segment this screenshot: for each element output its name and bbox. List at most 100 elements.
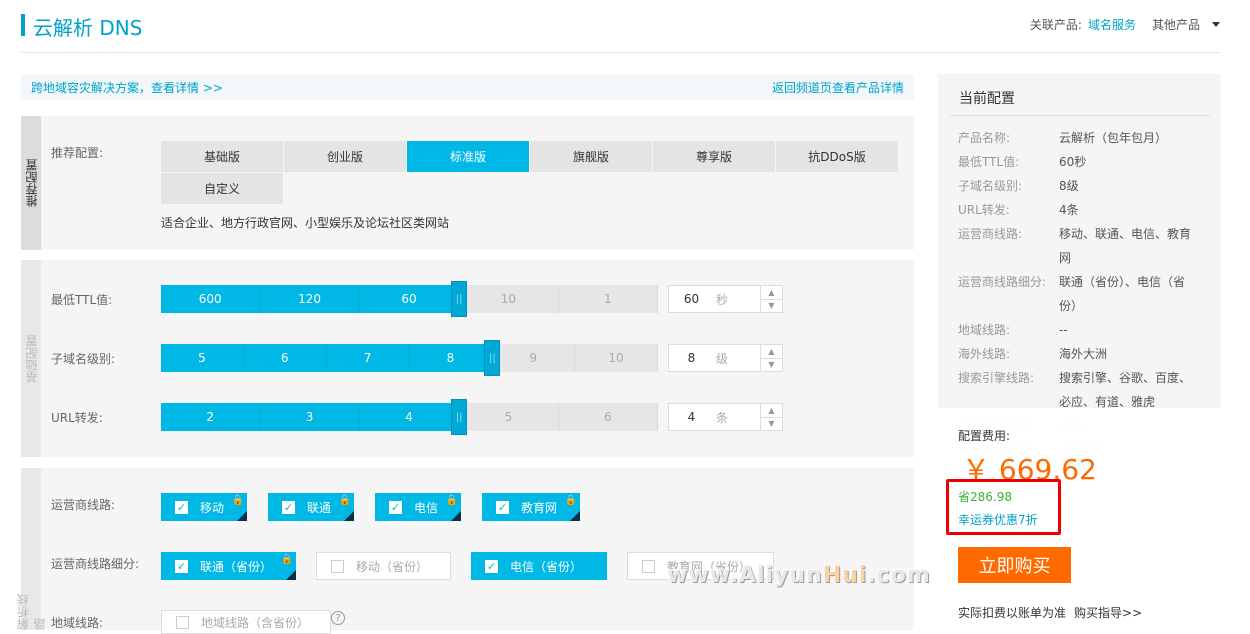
corner-marker	[344, 511, 354, 521]
spec-key: 产品名称:	[958, 131, 1011, 145]
disaster-recovery-link[interactable]: 跨地域容灾解决方案，查看详情 >>	[31, 79, 223, 96]
spec-value: 4条	[1059, 203, 1079, 217]
increment-icon[interactable]: ▲	[761, 345, 782, 359]
slider-handle[interactable]: ||	[484, 340, 501, 376]
check-icon[interactable]: ✓	[282, 500, 295, 514]
spec-value: 海外大洲	[1059, 347, 1108, 361]
edition-tab[interactable]: 创业版	[284, 141, 406, 172]
checkbox-icon[interactable]	[176, 615, 189, 629]
back-to-channel-link[interactable]: 返回频道页查看产品详情	[772, 79, 904, 96]
purchase-guide-link[interactable]: 购买指导>>	[1074, 606, 1142, 620]
slider-segment[interactable]: 7	[326, 344, 410, 372]
carrier-detail-checkbox[interactable]: ✓ 联通（省份） 🔒	[161, 552, 296, 580]
carrier-checkbox[interactable]: ✓ 移动 🔒	[161, 493, 247, 521]
subdomain-slider[interactable]: 5 6 7 8 9 10 ||	[161, 340, 658, 376]
check-icon[interactable]: ✓	[175, 559, 188, 573]
panel-divider	[950, 115, 1210, 116]
spec-value: 8级	[1059, 179, 1079, 193]
url-forward-slider[interactable]: 2 3 4 5 6 ||	[161, 399, 659, 435]
checkbox-icon[interactable]	[331, 559, 344, 573]
region-option[interactable]: 地域线路（含省份）	[161, 610, 331, 634]
edition-tab[interactable]: 抗DDoS版	[776, 141, 898, 172]
slider-segment[interactable]: 60	[359, 285, 460, 313]
corner-marker	[286, 570, 296, 580]
domain-service-link[interactable]: 域名服务	[1088, 16, 1136, 33]
lines-section: 解析线路 运营商线路: ✓ 移动 🔒 ✓ 联通 🔒 ✓ 电信 🔒 ✓ 教育网 🔒 运营商线路细分: ✓…	[16, 468, 914, 634]
check-icon[interactable]: ✓	[389, 500, 402, 514]
slider-handle[interactable]: ||	[451, 281, 468, 317]
increment-icon[interactable]: ▲	[761, 404, 782, 418]
slider-segment[interactable]: 5	[161, 344, 244, 372]
buy-now-button[interactable]: 立即购买	[958, 547, 1071, 583]
lock-icon: 🔒	[564, 495, 577, 506]
spec-key: 子域名级别:	[958, 179, 1023, 193]
slider-segment[interactable]: 6	[558, 403, 659, 431]
slider-segment[interactable]: 8	[409, 344, 493, 372]
lock-icon: 🔒	[280, 554, 293, 565]
ttl-unit: 秒	[716, 292, 729, 307]
lock-icon: 🔒	[338, 495, 351, 506]
decrement-icon[interactable]: ▼	[761, 418, 782, 431]
ttl-slider[interactable]: 600 120 60 10 1 ||	[161, 281, 659, 317]
caret-down-icon[interactable]	[1212, 22, 1220, 27]
spec-key: 地域线路:	[958, 323, 1011, 337]
fee-label: 配置费用:	[958, 429, 1011, 443]
panel-title: 当前配置	[959, 91, 1015, 107]
billing-note: 实际扣费以账单为准 购买指导>>	[958, 606, 1143, 620]
decrement-icon[interactable]: ▼	[761, 300, 782, 313]
slider-segment[interactable]: 5	[459, 403, 559, 431]
spec-key: 最低TTL值:	[958, 155, 1020, 169]
ttl-stepper[interactable]: 60 秒 ▲ ▼	[668, 285, 783, 313]
check-icon[interactable]: ✓	[496, 500, 509, 514]
slider-handle[interactable]: ||	[451, 399, 468, 435]
decrement-icon[interactable]: ▼	[761, 359, 782, 372]
corner-marker	[451, 511, 461, 521]
carrier-checkbox[interactable]: ✓ 教育网 🔒	[482, 493, 580, 521]
slider-segment[interactable]: 9	[492, 344, 576, 372]
slider-segment[interactable]: 120	[260, 285, 360, 313]
url-forward-value[interactable]: 4	[669, 404, 714, 430]
edition-tab[interactable]: 尊享版	[653, 141, 775, 172]
slider-segment[interactable]: 1	[558, 285, 659, 313]
slider-segment[interactable]: 2	[161, 403, 261, 431]
other-products-menu[interactable]: 其他产品	[1152, 16, 1200, 33]
carrier-detail-checkbox[interactable]: ✓ 电信（省份）	[471, 552, 607, 580]
recommend-label: 推荐配置:	[51, 146, 104, 160]
carrier-checkbox[interactable]: ✓ 联通 🔒	[268, 493, 354, 521]
carrier-label: 运营商线路:	[51, 498, 116, 512]
lock-icon: 🔒	[445, 495, 458, 506]
url-forward-stepper[interactable]: 4 条 ▲ ▼	[668, 403, 783, 431]
slider-segment[interactable]: 10	[575, 344, 658, 372]
spec-value: 云解析（包年包月）	[1059, 131, 1168, 145]
section-label: 推荐配置	[21, 116, 41, 250]
edition-tab[interactable]: 自定义	[161, 173, 283, 204]
subdomain-stepper[interactable]: 8 级 ▲ ▼	[668, 344, 783, 372]
check-icon[interactable]: ✓	[175, 500, 188, 514]
spec-value: 联通（省份）、电信（省份）	[1059, 275, 1186, 313]
spec-value: 搜索引擎、谷歌、百度、必应、有道、雅虎	[1059, 371, 1192, 409]
checkbox-icon[interactable]	[642, 559, 655, 573]
ttl-value[interactable]: 60	[669, 286, 714, 312]
edition-tab[interactable]: 标准版	[407, 141, 529, 172]
help-icon[interactable]: ?	[331, 611, 345, 625]
slider-segment[interactable]: 4	[359, 403, 460, 431]
spec-key: 海外线路:	[958, 347, 1011, 361]
spec-key: 运营商线路:	[958, 227, 1023, 241]
slider-segment[interactable]: 10	[459, 285, 559, 313]
subdomain-value[interactable]: 8	[669, 345, 714, 371]
edition-description: 适合企业、地方行政官网、小型娱乐及论坛社区类网站	[161, 216, 450, 230]
highlight-annotation-box	[946, 479, 1061, 535]
carrier-detail-checkbox[interactable]: 移动（省份）	[316, 552, 451, 580]
edition-tab[interactable]: 旗舰版	[530, 141, 652, 172]
spec-key: 运营商线路细分:	[958, 275, 1047, 289]
slider-segment[interactable]: 6	[243, 344, 327, 372]
increment-icon[interactable]: ▲	[761, 286, 782, 300]
slider-segment[interactable]: 600	[161, 285, 261, 313]
edition-tabs: 基础版 创业版 标准版 旗舰版 尊享版 抗DDoS版自定义	[161, 141, 899, 204]
edition-tab[interactable]: 基础版	[161, 141, 283, 172]
carrier-checkbox[interactable]: ✓ 电信 🔒	[375, 493, 461, 521]
header-divider	[21, 52, 1220, 53]
slider-segment[interactable]: 3	[260, 403, 360, 431]
spec-value: 60秒	[1059, 155, 1087, 169]
check-icon[interactable]: ✓	[485, 559, 498, 573]
